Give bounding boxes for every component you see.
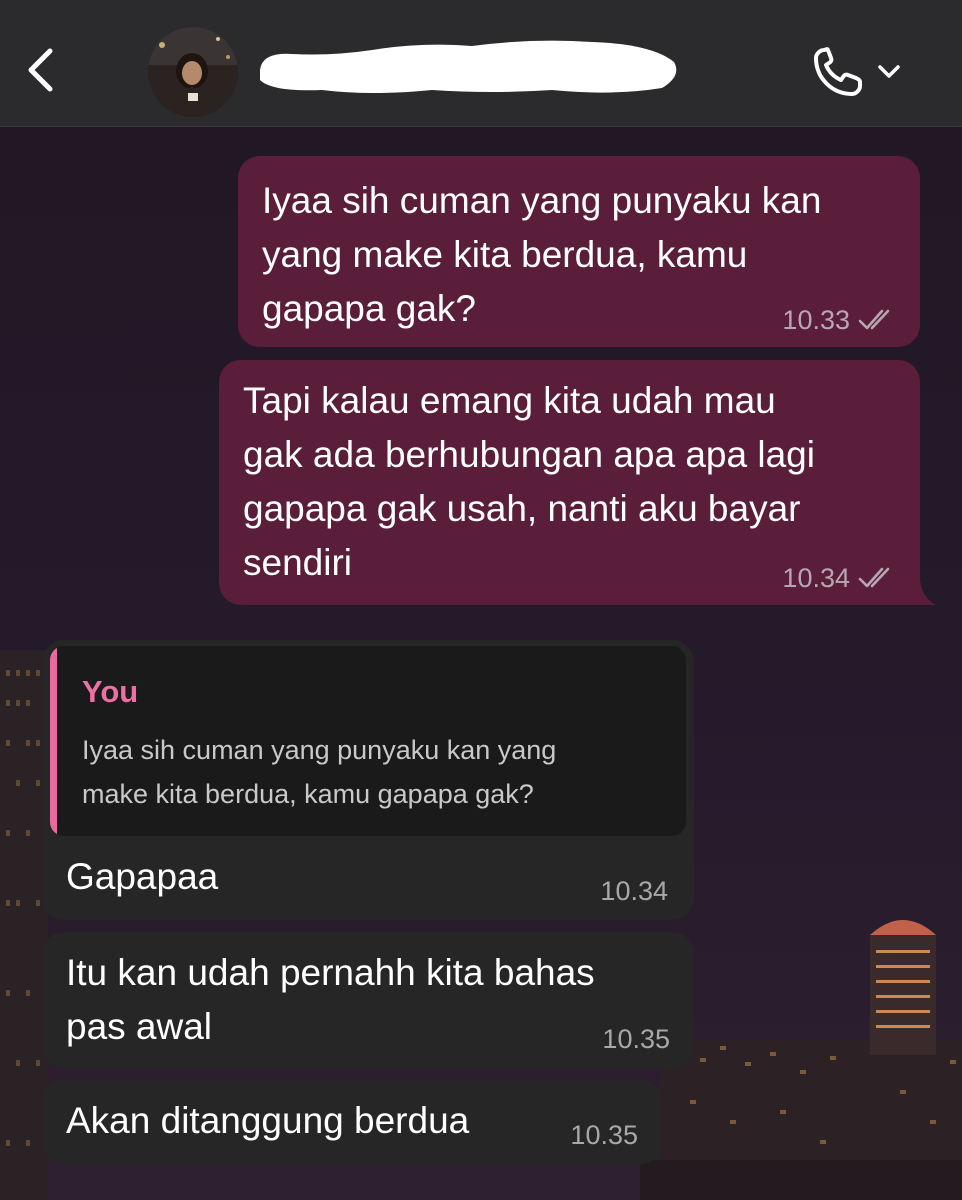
message-text: Itu kan udah pernahh kita bahas pas awal [66,952,595,1047]
message-meta: 10.33 [782,303,898,337]
message-bubble-incoming[interactable]: Akan ditanggung berdua 10.35 [42,1080,662,1164]
message-meta: 10.34 [600,874,668,908]
message-text: Tapi kalau emang kita udah mau gak ada b… [243,380,815,583]
bubble-tail [914,580,936,605]
message-meta: 10.35 [570,1118,638,1152]
message-time: 10.35 [602,1024,670,1054]
message-bubble-incoming[interactable]: You Iyaa sih cuman yang punyaku kan yang… [42,640,694,920]
double-check-icon [858,309,890,330]
message-time: 10.35 [570,1120,638,1150]
message-meta: 10.34 [782,561,898,595]
call-button[interactable] [810,42,910,102]
message-text: Akan ditanggung berdua [66,1100,470,1141]
chevron-left-icon [28,48,53,92]
reply-author: You [82,674,139,709]
avatar-photo [148,27,238,117]
phone-icon [814,47,862,96]
chevron-down-icon [878,65,900,78]
message-time: 10.33 [782,305,850,335]
chat-header [0,0,962,127]
contact-avatar[interactable] [148,27,238,117]
message-text: Gapapaa [66,856,219,897]
reply-quote-bar [50,646,57,836]
back-button[interactable] [12,40,68,100]
message-meta: 10.35 [602,1022,670,1056]
reply-quote[interactable]: You Iyaa sih cuman yang punyaku kan yang… [50,646,686,836]
message-bubble-outgoing[interactable]: Iyaa sih cuman yang punyaku kan yang mak… [238,156,920,347]
redaction-mark [260,40,677,93]
message-bubble-outgoing[interactable]: Tapi kalau emang kita udah mau gak ada b… [219,360,920,605]
message-time: 10.34 [600,876,668,906]
message-bubble-incoming[interactable]: Itu kan udah pernahh kita bahas pas awal… [42,932,694,1068]
reply-text: Iyaa sih cuman yang punyaku kan yang mak… [82,735,557,809]
message-time: 10.34 [782,563,850,593]
double-check-icon [858,567,890,588]
